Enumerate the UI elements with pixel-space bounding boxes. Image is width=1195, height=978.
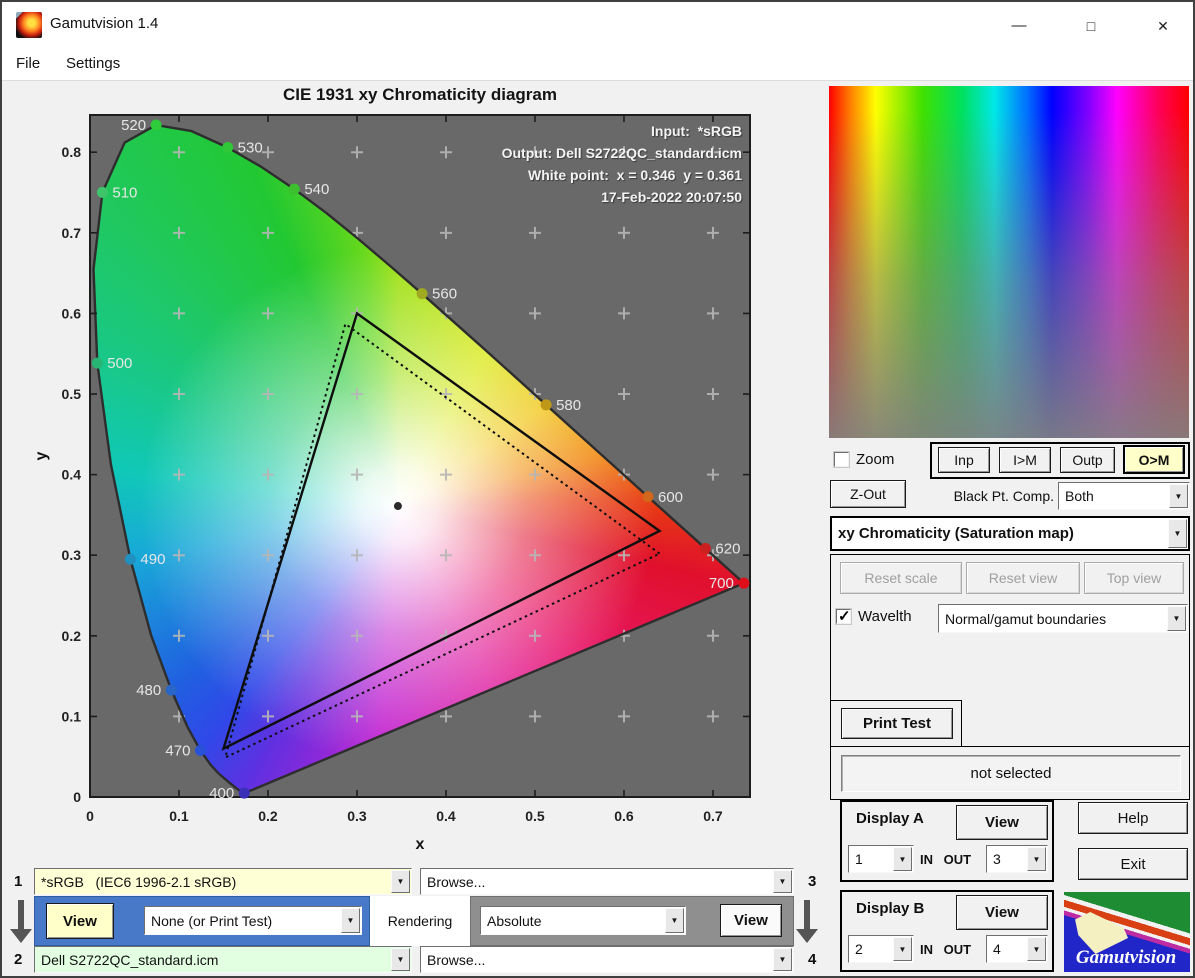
rendering-intent-value: Absolute bbox=[487, 912, 542, 929]
dropdown-arrow-icon[interactable] bbox=[341, 908, 360, 933]
dropdown-arrow-icon[interactable] bbox=[391, 948, 410, 971]
selection-status: not selected bbox=[841, 755, 1181, 792]
app-icon bbox=[16, 12, 42, 38]
selection-status-box: not selected bbox=[830, 747, 1190, 800]
z-out-button[interactable]: Z-Out bbox=[830, 480, 906, 508]
dropdown-arrow-icon[interactable] bbox=[1169, 484, 1188, 508]
annotation-input: Input: *sRGB bbox=[651, 123, 742, 139]
browse-top-value: Browse... bbox=[427, 873, 486, 890]
saturation-map-preview bbox=[829, 86, 1189, 438]
close-icon[interactable]: ✕ bbox=[1146, 14, 1180, 38]
slot2-number: 2 bbox=[14, 951, 23, 968]
annotation-white-point: White point: x = 0.346 y = 0.361 bbox=[528, 167, 742, 183]
black-pt-comp-label: Black Pt. Comp. bbox=[953, 488, 1054, 504]
slot1-number: 1 bbox=[14, 873, 23, 890]
wavelth-checkbox[interactable] bbox=[836, 607, 851, 625]
display-b-in-value: 2 bbox=[855, 941, 863, 957]
display-a-in-value: 1 bbox=[855, 851, 863, 867]
annotation-timestamp: 17-Feb-2022 20:07:50 bbox=[601, 189, 742, 205]
display-a-in-select[interactable]: 1 bbox=[848, 845, 914, 873]
view-left-button[interactable]: View bbox=[46, 903, 114, 939]
i-to-m-button[interactable]: I>M bbox=[999, 447, 1051, 473]
menu-settings[interactable]: Settings bbox=[66, 55, 120, 72]
display-b-inout-label: IN OUT bbox=[920, 942, 972, 957]
app-window: Gamutvision 1.4 — □ ✕ File Settings CIE … bbox=[0, 0, 1195, 978]
slot4-number: 4 bbox=[808, 951, 817, 968]
zoom-checkbox-label: Zoom bbox=[856, 451, 895, 468]
display-b-title: Display B bbox=[856, 900, 925, 917]
dropdown-arrow-icon[interactable] bbox=[1027, 847, 1046, 871]
display-b-in-select[interactable]: 2 bbox=[848, 935, 914, 963]
inp-button[interactable]: Inp bbox=[938, 447, 990, 473]
zoom-checkbox[interactable] bbox=[834, 452, 849, 467]
dropdown-arrow-icon[interactable] bbox=[1168, 519, 1187, 548]
exit-button[interactable]: Exit bbox=[1078, 848, 1188, 880]
black-pt-comp-value: Both bbox=[1065, 488, 1094, 504]
dropdown-arrow-icon[interactable] bbox=[893, 937, 912, 961]
chart-title: CIE 1931 xy Chromaticity diagram bbox=[282, 85, 557, 104]
menu-file[interactable]: File bbox=[16, 55, 40, 72]
dropdown-arrow-icon[interactable] bbox=[1027, 937, 1046, 961]
print-test-button[interactable]: Print Test bbox=[841, 708, 953, 739]
dropdown-arrow-icon[interactable] bbox=[773, 870, 792, 893]
display-a-title: Display A bbox=[856, 810, 924, 827]
down-arrow-right-icon bbox=[796, 898, 818, 946]
browse-bottom-select[interactable]: Browse... bbox=[420, 946, 794, 973]
rendering-intent-select[interactable]: Absolute bbox=[480, 906, 686, 935]
boundaries-value: Normal/gamut boundaries bbox=[945, 610, 1107, 627]
gamutvision-logo: Gamutvision bbox=[1064, 892, 1190, 972]
browse-top-select[interactable]: Browse... bbox=[420, 868, 794, 895]
map-mode-select-wrap: xy Chromaticity (Saturation map) bbox=[830, 516, 1190, 551]
minimize-icon[interactable]: — bbox=[1002, 14, 1036, 38]
display-a-view-button[interactable]: View bbox=[956, 805, 1048, 840]
map-mode-select[interactable]: xy Chromaticity (Saturation map) bbox=[832, 518, 1188, 549]
boundaries-select[interactable]: Normal/gamut boundaries bbox=[938, 604, 1188, 633]
maximize-icon[interactable]: □ bbox=[1074, 14, 1108, 38]
slot3-number: 3 bbox=[808, 873, 817, 890]
simulation-select[interactable]: None (or Print Test) bbox=[144, 906, 362, 935]
black-pt-comp-select[interactable]: Both bbox=[1058, 482, 1190, 510]
view-right-button[interactable]: View bbox=[720, 904, 782, 937]
wavelth-checkbox-label: Wavelth bbox=[858, 608, 912, 625]
display-b-view-button[interactable]: View bbox=[956, 895, 1048, 930]
dropdown-arrow-icon[interactable] bbox=[665, 908, 684, 933]
reset-scale-button[interactable]: Reset scale bbox=[840, 562, 962, 594]
dropdown-arrow-icon[interactable] bbox=[773, 948, 792, 971]
reset-view-button[interactable]: Reset view bbox=[966, 562, 1080, 594]
logo-text: Gamutvision bbox=[1075, 947, 1177, 968]
dropdown-arrow-icon[interactable] bbox=[391, 870, 410, 893]
map-mode-value: xy Chromaticity (Saturation map) bbox=[838, 525, 1074, 542]
browse-bottom-value: Browse... bbox=[427, 951, 486, 968]
o-to-m-button[interactable]: O>M bbox=[1123, 445, 1185, 474]
down-arrow-left-icon bbox=[10, 898, 32, 946]
window-title: Gamutvision 1.4 bbox=[50, 15, 159, 32]
display-a-out-value: 3 bbox=[993, 851, 1001, 867]
help-button[interactable]: Help bbox=[1078, 802, 1188, 834]
output-profile-value: Dell S2722QC_standard.icm bbox=[41, 951, 219, 968]
outp-button[interactable]: Outp bbox=[1060, 447, 1115, 473]
title-bar: Gamutvision 1.4 — □ ✕ bbox=[2, 2, 1193, 48]
display-a-out-select[interactable]: 3 bbox=[986, 845, 1048, 873]
dropdown-arrow-icon[interactable] bbox=[893, 847, 912, 871]
menu-bar: File Settings bbox=[2, 48, 1193, 81]
input-profile-value: *sRGB (IEC6 1996-2.1 sRGB) bbox=[41, 873, 237, 890]
chart-annotations: Input: *sRGB Output: Dell S2722QC_standa… bbox=[342, 120, 742, 208]
simulation-value: None (or Print Test) bbox=[151, 912, 273, 929]
input-profile-select[interactable]: *sRGB (IEC6 1996-2.1 sRGB) bbox=[34, 868, 412, 895]
display-b-out-value: 4 bbox=[993, 941, 1001, 957]
output-profile-select[interactable]: Dell S2722QC_standard.icm bbox=[34, 946, 412, 973]
annotation-output: Output: Dell S2722QC_standard.icm bbox=[501, 145, 742, 161]
top-view-button[interactable]: Top view bbox=[1084, 562, 1184, 594]
display-a-inout-label: IN OUT bbox=[920, 852, 972, 867]
dropdown-arrow-icon[interactable] bbox=[1167, 606, 1186, 631]
rendering-label: Rendering bbox=[370, 896, 470, 946]
display-b-out-select[interactable]: 4 bbox=[986, 935, 1048, 963]
